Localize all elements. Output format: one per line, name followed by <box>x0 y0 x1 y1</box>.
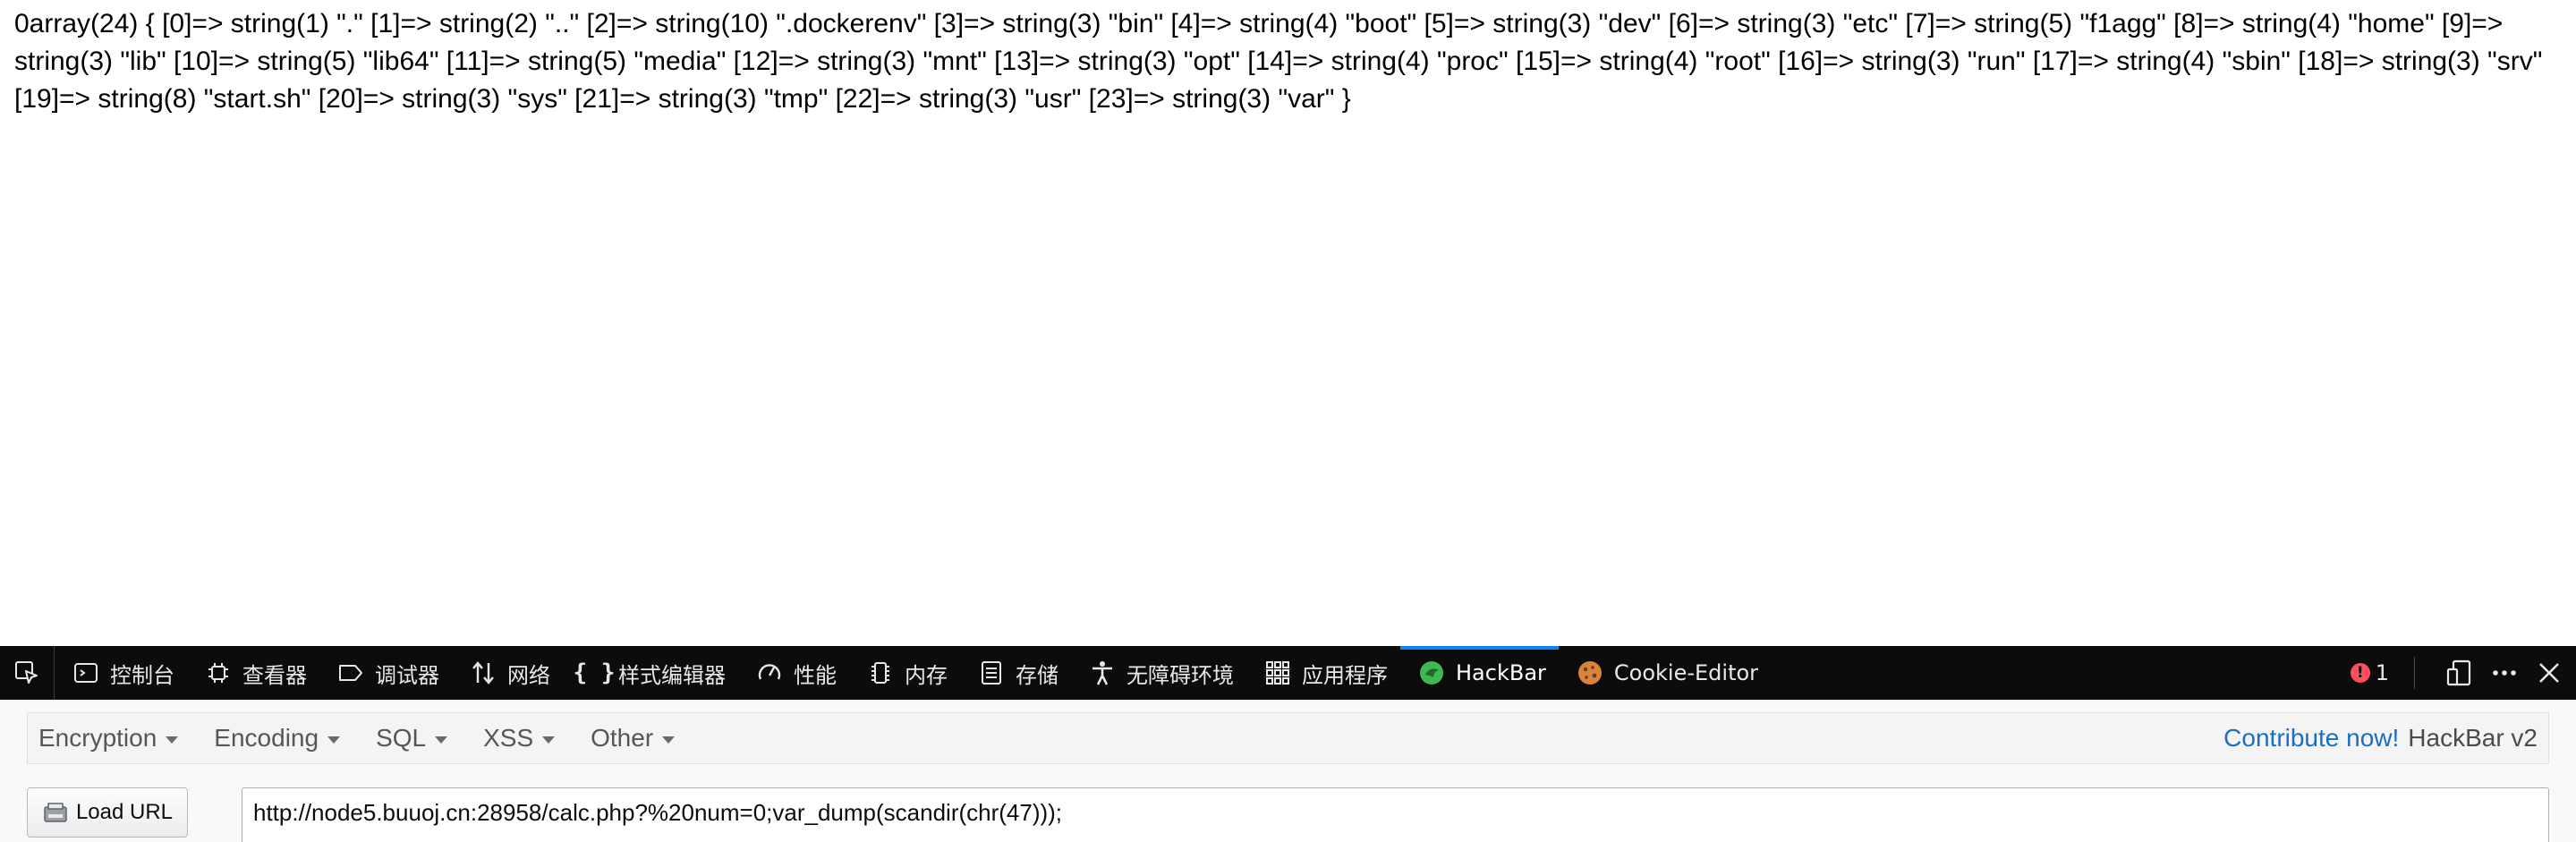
error-icon: ! <box>2350 663 2370 683</box>
more-options-button[interactable] <box>2487 655 2522 691</box>
tab-label: 网络 <box>507 662 550 688</box>
tab-label: HackBar <box>1456 660 1546 685</box>
hackbar-panel: Encryption Encoding SQL XSS Other Contri… <box>0 700 2576 842</box>
tab-network[interactable]: 网络 <box>452 646 563 700</box>
tab-hackbar[interactable]: HackBar <box>1400 646 1559 700</box>
storage-icon <box>978 659 1005 686</box>
element-picker-button[interactable] <box>0 646 55 700</box>
debugger-icon <box>337 659 364 686</box>
element-picker-icon <box>15 661 38 684</box>
load-url-icon <box>42 799 69 826</box>
tab-inspector[interactable]: 查看器 <box>187 646 319 700</box>
devtools-toolbar: 控制台 查看器 调试器 网络 { } 样式编辑器 性能 内存 存储 无障碍环境 … <box>0 646 2576 700</box>
chevron-down-icon <box>166 736 179 744</box>
error-count: 1 <box>2375 660 2389 685</box>
tab-application[interactable]: 应用程序 <box>1246 646 1400 700</box>
more-options-icon <box>2493 670 2516 676</box>
tab-storage[interactable]: 存储 <box>960 646 1071 700</box>
tab-label: 查看器 <box>242 662 307 688</box>
error-count-badge[interactable]: ! 1 <box>2350 660 2389 685</box>
tab-console[interactable]: 控制台 <box>55 646 187 700</box>
chevron-down-icon <box>662 736 676 744</box>
menu-encryption[interactable]: Encryption <box>38 724 179 753</box>
chevron-down-icon <box>327 736 341 744</box>
cookie-icon <box>1577 659 1603 686</box>
load-url-label: Load URL <box>75 800 174 824</box>
chevron-down-icon <box>542 736 556 744</box>
page-output: 0array(24) { [0]=> string(1) "." [1]=> s… <box>0 0 2576 646</box>
devtools-tabs: 控制台 查看器 调试器 网络 { } 样式编辑器 性能 内存 存储 无障碍环境 … <box>55 646 2351 700</box>
tab-accessibility[interactable]: 无障碍环境 <box>1071 646 1246 700</box>
accessibility-icon <box>1089 659 1116 686</box>
hackbar-version: HackBar v2 <box>2408 724 2538 752</box>
inspector-icon <box>205 659 232 686</box>
network-icon <box>470 659 497 686</box>
menu-xss[interactable]: XSS <box>483 724 556 753</box>
tab-label: 调试器 <box>375 662 439 688</box>
menu-label: XSS <box>483 724 534 752</box>
close-icon <box>2539 663 2559 683</box>
tab-label: 控制台 <box>110 662 174 688</box>
hackbar-menubar: Encryption Encoding SQL XSS Other Contri… <box>27 712 2549 764</box>
tab-label: 内存 <box>905 662 948 688</box>
tab-style-editor[interactable]: { } 样式编辑器 <box>563 646 738 700</box>
responsive-design-button[interactable] <box>2442 655 2478 691</box>
style-editor-icon: { } <box>573 659 616 686</box>
menu-label: SQL <box>376 724 427 752</box>
devtools-right-controls: ! 1 <box>2350 646 2576 700</box>
tab-performance[interactable]: 性能 <box>738 646 849 700</box>
menu-label: Encryption <box>38 724 157 752</box>
tab-debugger[interactable]: 调试器 <box>319 646 452 700</box>
performance-icon <box>756 659 783 686</box>
tab-label: 性能 <box>794 662 837 688</box>
responsive-design-icon <box>2446 659 2471 686</box>
hackbar-icon <box>1418 659 1445 686</box>
tab-label: 无障碍环境 <box>1126 662 1234 688</box>
load-url-button[interactable]: Load URL <box>27 787 188 838</box>
menu-sql[interactable]: SQL <box>376 724 448 753</box>
tab-cookie-editor[interactable]: Cookie-Editor <box>1559 646 1771 700</box>
menu-label: Encoding <box>214 724 319 752</box>
url-textarea[interactable]: http://node5.buuoj.cn:28958/calc.php?%20… <box>242 787 2549 842</box>
tab-label: 存储 <box>1016 662 1058 688</box>
tab-memory[interactable]: 内存 <box>849 646 960 700</box>
memory-icon <box>867 659 894 686</box>
tab-label: Cookie-Editor <box>1613 660 1759 685</box>
menu-other[interactable]: Other <box>591 724 676 753</box>
menu-label: Other <box>591 724 654 752</box>
chevron-down-icon <box>435 736 448 744</box>
menu-encoding[interactable]: Encoding <box>214 724 341 753</box>
application-icon <box>1264 659 1291 686</box>
var-dump-output: 0array(24) { [0]=> string(1) "." [1]=> s… <box>14 9 2543 114</box>
toolbar-divider <box>2414 657 2415 689</box>
console-icon <box>72 659 99 686</box>
close-devtools-button[interactable] <box>2531 655 2567 691</box>
tab-label: 应用程序 <box>1302 662 1388 688</box>
tab-label: 样式编辑器 <box>618 662 726 688</box>
contribute-link[interactable]: Contribute now! <box>2223 724 2399 753</box>
